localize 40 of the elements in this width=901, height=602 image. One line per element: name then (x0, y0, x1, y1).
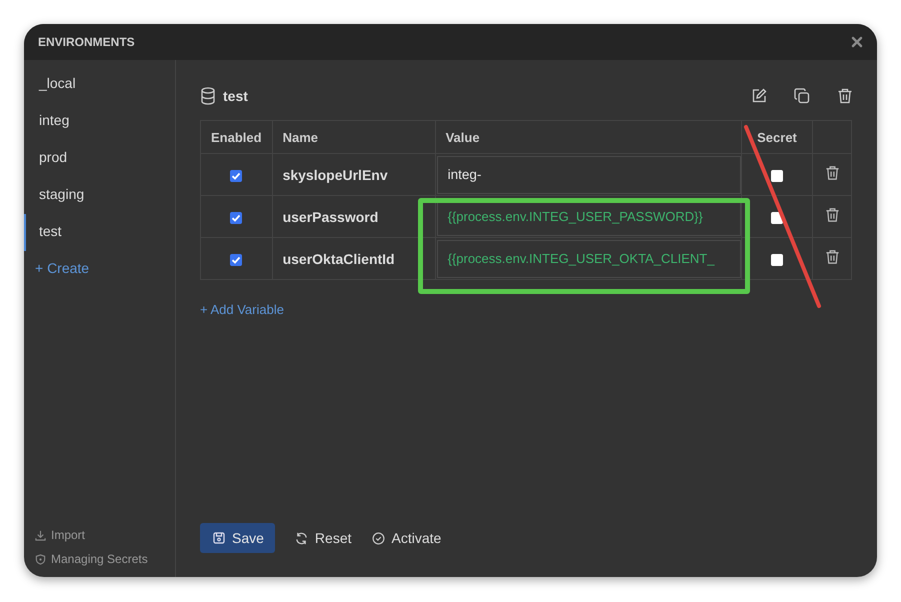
download-icon (35, 530, 46, 540)
environment-name: test (223, 88, 248, 104)
environment-item[interactable]: staging (24, 177, 175, 214)
edit-icon[interactable] (751, 88, 767, 104)
column-header: Secret (742, 120, 812, 154)
shield-icon (35, 554, 46, 564)
secret-checkbox[interactable] (771, 254, 783, 266)
enabled-checkbox[interactable] (230, 170, 242, 182)
column-header: Enabled (200, 120, 272, 154)
value-field[interactable]: integ- (436, 156, 741, 194)
managing-secrets-link[interactable]: Managing Secrets (51, 552, 148, 566)
trash-icon[interactable] (837, 88, 853, 104)
delete-icon[interactable] (824, 249, 840, 265)
close-icon[interactable] (851, 36, 863, 48)
add-variable-link[interactable]: + Add Variable (200, 302, 853, 317)
variable-name: userPassword (272, 196, 436, 238)
delete-icon[interactable] (824, 165, 840, 181)
check-circle-icon (372, 532, 384, 544)
enabled-checkbox[interactable] (230, 254, 242, 266)
activate-button[interactable]: Activate (372, 530, 442, 546)
copy-icon[interactable] (794, 88, 810, 104)
enabled-checkbox[interactable] (230, 212, 242, 224)
reset-button[interactable]: Reset (294, 530, 352, 546)
environment-item[interactable]: prod (24, 140, 175, 177)
window-title: ENVIRONMENTS (38, 35, 136, 49)
value-field[interactable]: {{process.env.INTEG_USER_OKTA_CLIENT_ (436, 240, 741, 278)
column-header: Name (272, 120, 436, 154)
variable-name: userOktaClientId (272, 238, 436, 280)
save-button[interactable]: Save (200, 523, 275, 553)
environment-item[interactable]: _local (24, 66, 175, 103)
delete-icon[interactable] (824, 207, 840, 223)
refresh-icon (294, 532, 308, 544)
environment-item[interactable]: integ (24, 103, 175, 140)
column-header: Value (435, 120, 742, 154)
create-link[interactable]: + Create (24, 251, 175, 285)
environment-item[interactable]: test (24, 214, 175, 251)
import-link[interactable]: Import (51, 528, 86, 542)
secret-checkbox[interactable] (771, 170, 783, 182)
variable-name: skyslopeUrlEnv (272, 154, 436, 196)
database-icon (200, 87, 216, 105)
